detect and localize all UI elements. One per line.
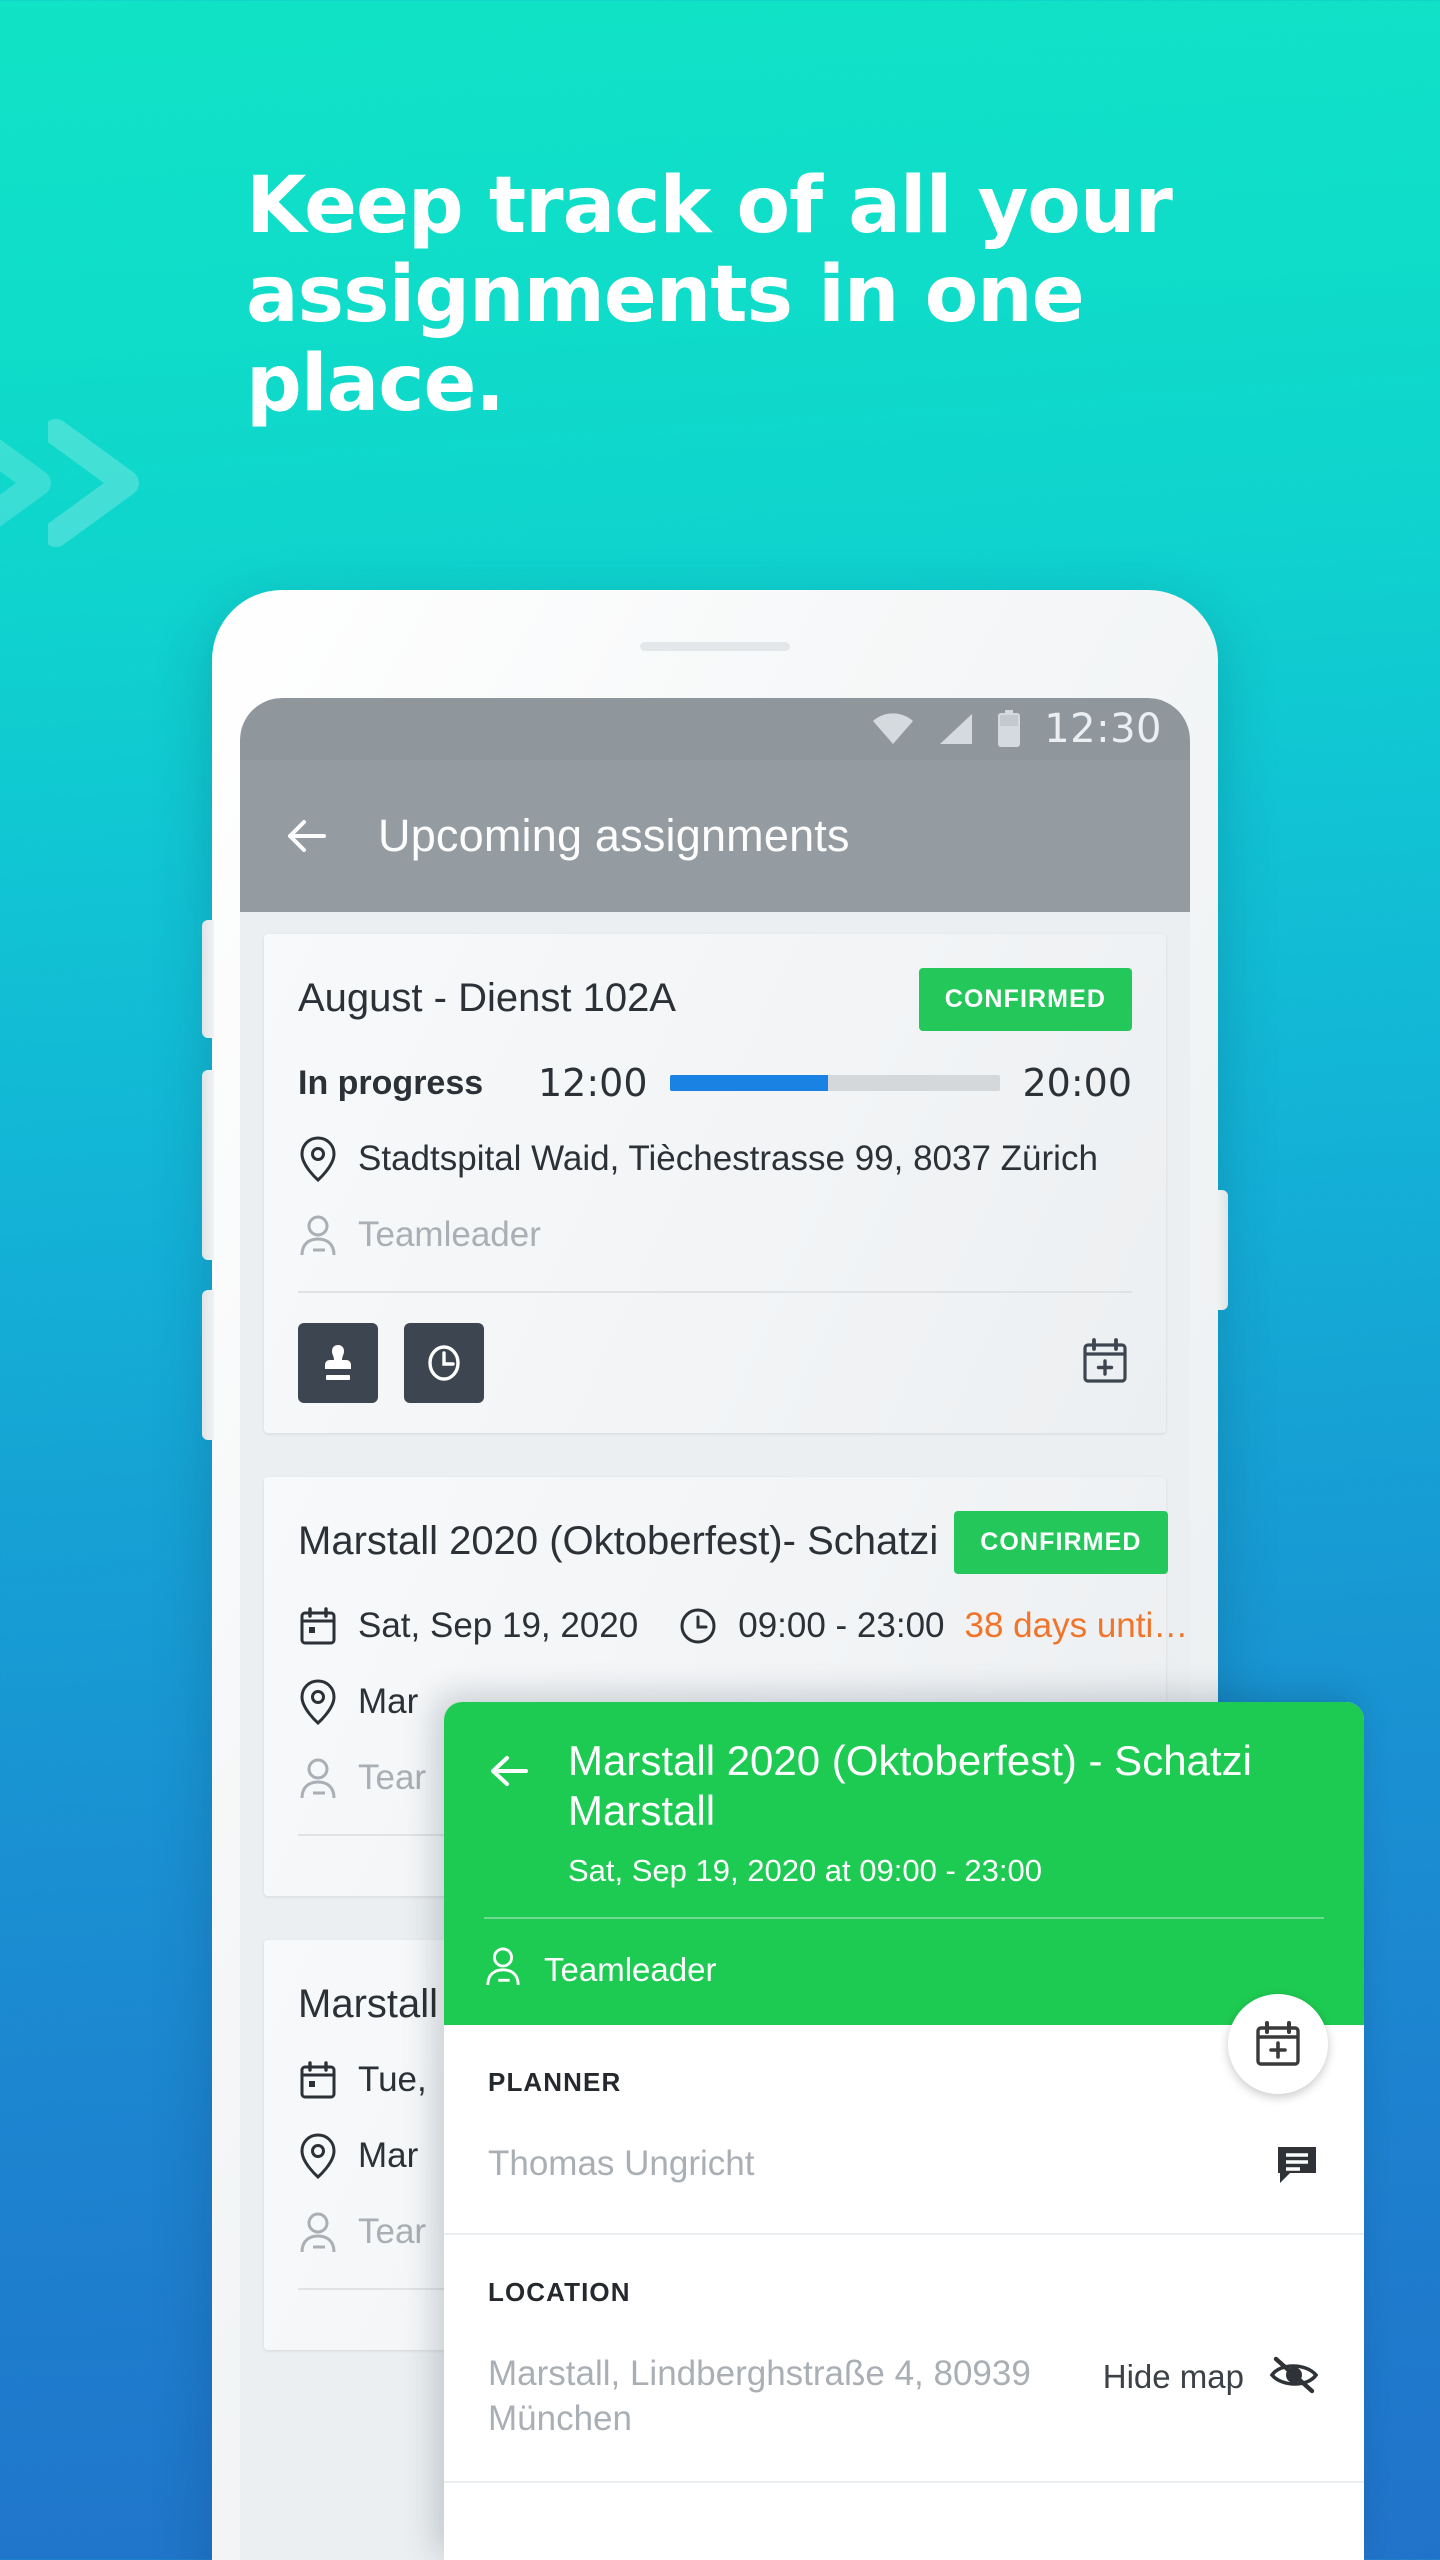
location-text: Mar: [358, 1682, 419, 1721]
app-bar: Upcoming assignments: [240, 760, 1190, 912]
page-title: Upcoming assignments: [378, 810, 850, 861]
cellular-signal-icon: [936, 712, 974, 746]
location-row: Stadtspital Waid, Tièchestrasse 99, 8037…: [298, 1135, 1132, 1183]
progress-bar: [669, 1075, 1001, 1091]
role-text: Teamleader: [358, 1215, 541, 1254]
detail-datetime: Sat, Sep 19, 2020 at 09:00 - 23:00: [568, 1852, 1042, 1888]
person-icon: [298, 1213, 338, 1257]
wifi-icon: [872, 712, 914, 746]
calendar-add-icon[interactable]: [1228, 1994, 1328, 2094]
role-text: Tear: [358, 1758, 427, 1797]
role-text: Tear: [358, 2212, 427, 2251]
stamp-icon[interactable]: [298, 1323, 378, 1403]
planner-section: PLANNER Thomas Ungricht: [444, 2025, 1364, 2235]
location-section: LOCATION Marstall, Lindberghstraße 4, 80…: [444, 2235, 1364, 2484]
planner-name: Thomas Ungricht: [488, 2143, 755, 2183]
role-row: Teamleader: [298, 1213, 1132, 1257]
location-address: Marstall, Lindberghstraße 4, 80939 Münch…: [488, 2353, 1031, 2438]
phone-power-button: [1216, 1190, 1228, 1310]
progress-row: In progress 12:00 20:00: [298, 1061, 1132, 1105]
eye-off-icon[interactable]: [1268, 2352, 1320, 2403]
location-text: Stadtspital Waid, Tièchestrasse 99, 8037…: [358, 1139, 1098, 1178]
end-time: 20:00: [1022, 1061, 1132, 1105]
detail-header: Marstall 2020 (Oktoberfest) - Schatzi Ma…: [444, 1702, 1364, 2025]
countdown-text: 38 days unti…: [964, 1606, 1189, 1645]
assignment-title: August - Dienst 102A: [298, 976, 676, 1020]
table-row[interactable]: August - Dienst 102A CONFIRMED In progre…: [264, 934, 1166, 1433]
assignment-detail-sheet: Marstall 2020 (Oktoberfest) - Schatzi Ma…: [444, 1702, 1364, 2560]
person-icon: [484, 1945, 522, 1995]
person-icon: [298, 2210, 338, 2254]
assignment-title: Marstall: [298, 1982, 439, 2026]
date-text: Sat, Sep 19, 2020: [358, 1606, 639, 1645]
location-pin-icon: [298, 1135, 338, 1183]
hide-map-label[interactable]: Hide map: [1103, 2358, 1244, 2396]
datetime-row: Sat, Sep 19, 2020 09:00 - 23:00 38 days …: [298, 1604, 1188, 1648]
back-arrow-icon[interactable]: [280, 810, 332, 862]
clock-icon: [678, 1606, 718, 1646]
calendar-add-icon[interactable]: [1078, 1334, 1132, 1393]
assignment-title: Marstall 2020 (Oktoberfest)- Schatzi: [298, 1519, 939, 1563]
section-label: LOCATION: [488, 2276, 631, 2307]
card-actions: [298, 1293, 1132, 1433]
phone-side-button: [202, 1290, 214, 1440]
time-range-text: 09:00 - 23:00: [738, 1606, 945, 1645]
chat-message-icon[interactable]: [1274, 2142, 1320, 2193]
status-bar: 12:30: [240, 698, 1190, 760]
status-badge: CONFIRMED: [918, 968, 1132, 1031]
phone-side-button: [202, 1070, 214, 1260]
calendar-icon: [298, 2058, 338, 2102]
date-text: Tue,: [358, 2060, 427, 2099]
detail-role-text: Teamleader: [544, 1950, 717, 1988]
battery-icon: [996, 710, 1022, 748]
card-header: August - Dienst 102A CONFIRMED: [298, 968, 1132, 1031]
promo-headline: Keep track of all your assignments in on…: [246, 161, 1173, 429]
location-pin-icon: [298, 2132, 338, 2180]
back-arrow-icon[interactable]: [484, 1746, 534, 1796]
chevron-right-icon-2: [48, 418, 148, 548]
detail-title: Marstall 2020 (Oktoberfest) - Schatzi Ma…: [568, 1737, 1252, 1835]
detail-role-row: Teamleader: [444, 1919, 1364, 2025]
location-text: Mar: [358, 2136, 419, 2175]
location-pin-icon: [298, 1678, 338, 1726]
status-badge: CONFIRMED: [954, 1511, 1168, 1574]
section-label: PLANNER: [488, 2066, 622, 2097]
start-time: 12:00: [538, 1061, 648, 1105]
calendar-icon: [298, 1604, 338, 1648]
phone-side-button: [202, 920, 214, 1038]
person-icon: [298, 1756, 338, 1800]
card-header: Marstall 2020 (Oktoberfest)- Schatzi CON…: [298, 1511, 1168, 1574]
progress-label: In progress: [298, 1063, 484, 1102]
clock-icon[interactable]: [404, 1323, 484, 1403]
phone-speaker: [640, 642, 790, 651]
decorative-chevrons: [0, 418, 160, 548]
status-bar-clock: 12:30: [1044, 706, 1162, 752]
